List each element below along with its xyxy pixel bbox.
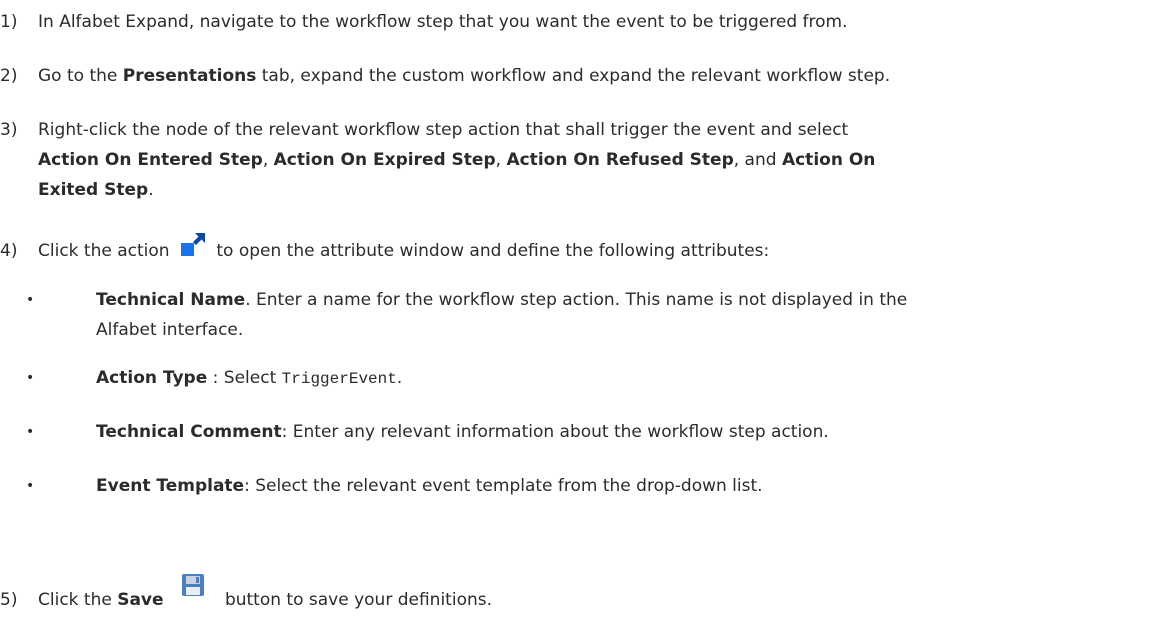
code-value: TriggerEvent <box>281 370 397 388</box>
attribute-description: : Select <box>207 368 282 388</box>
bullet-text: Event Template: Select the relevant even… <box>96 472 763 500</box>
separator: , and <box>733 150 782 170</box>
separator: , <box>262 150 274 170</box>
step-number: 3) <box>0 120 18 140</box>
step-text: Click the action to open the attribute w… <box>38 233 770 265</box>
step-number: 2) <box>0 66 18 86</box>
bullet-marker: • <box>26 370 35 386</box>
edit-attributes-icon <box>175 231 211 259</box>
separator: , <box>495 150 507 170</box>
period: . <box>148 180 154 200</box>
step-text-part: to open the attribute window and define … <box>210 241 770 261</box>
ui-term-save: Save <box>117 590 164 610</box>
save-icon <box>164 572 220 600</box>
step-number: 5) <box>0 590 18 610</box>
step-text: Go to the Presentations tab, expand the … <box>38 62 890 90</box>
attribute-name: Technical Comment <box>96 422 282 442</box>
ui-term-action-on-refused-step: Action On Refused Step <box>506 150 734 170</box>
ui-term-action-on-exited-step-cont: Exited Step <box>38 180 149 200</box>
step-text-line3: Exited Step. <box>38 176 154 204</box>
step-number: 4) <box>0 241 18 261</box>
step-number: 1) <box>0 12 18 32</box>
bullet-marker: • <box>26 424 35 440</box>
bullet-text-line2: Alfabet interface. <box>96 320 244 340</box>
bullet-text: Action Type : Select TriggerEvent. <box>96 364 402 393</box>
ui-term-action-on-entered-step: Action On Entered Step <box>38 150 263 170</box>
step-text-part: tab, expand the custom workflow and expa… <box>256 66 891 86</box>
document-page: 1) In Alfabet Expand, navigate to the wo… <box>0 0 1174 632</box>
bullet-text: Technical Comment: Enter any relevant in… <box>96 418 829 446</box>
step-text-line2: Action On Entered Step, Action On Expire… <box>38 146 875 174</box>
attribute-name: Event Template <box>96 476 245 496</box>
attribute-description: : Select the relevant event template fro… <box>244 476 763 496</box>
step-text-part: Click the <box>38 590 118 610</box>
step-text: In Alfabet Expand, navigate to the workf… <box>38 12 848 32</box>
ui-term-action-on-expired-step: Action On Expired Step <box>273 150 496 170</box>
bullet-text-line1: Technical Name. Enter a name for the wor… <box>96 286 907 314</box>
step-text-part: Click the action <box>38 241 175 261</box>
step-text-part: Go to the <box>38 66 123 86</box>
bullet-marker: • <box>26 478 35 494</box>
period: . <box>396 368 403 388</box>
ui-term-action-on-exited-step: Action On <box>781 150 876 170</box>
attribute-description: : Enter any relevant information about t… <box>281 422 829 442</box>
ui-term-presentations: Presentations <box>122 66 257 86</box>
bullet-marker: • <box>26 292 35 308</box>
step-text: Click the Save button to save your defin… <box>38 574 493 614</box>
attribute-name: Action Type <box>96 368 208 388</box>
attribute-name: Technical Name <box>96 290 246 310</box>
step-text-part: button to save your definitions. <box>219 590 493 610</box>
attribute-description: . Enter a name for the workflow step act… <box>245 290 908 310</box>
step-text-line1: Right-click the node of the relevant wor… <box>38 120 849 140</box>
